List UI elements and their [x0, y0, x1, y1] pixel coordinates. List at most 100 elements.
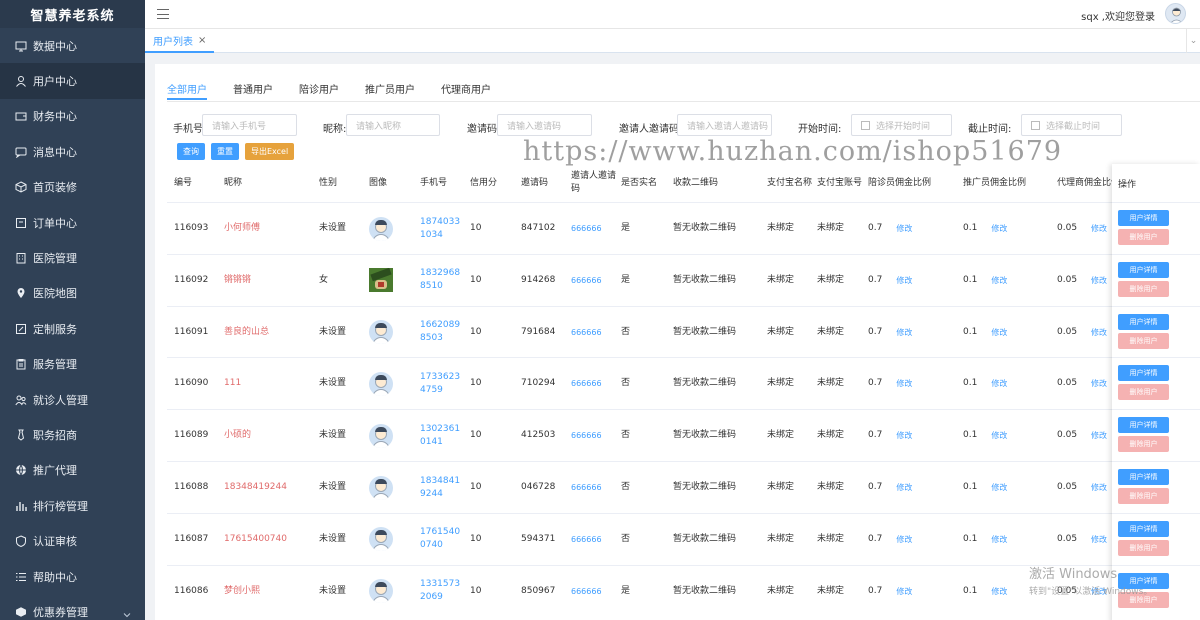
- subtab-agent-users[interactable]: 代理商用户: [441, 81, 491, 100]
- edit-link[interactable]: 修改: [896, 585, 912, 598]
- cell-gender: 未设置: [319, 533, 347, 544]
- user-detail-button[interactable]: 用户详情: [1118, 313, 1169, 330]
- ratio-value: 0.05: [1057, 482, 1078, 492]
- sidebar-item-2[interactable]: 财务中心: [0, 99, 145, 134]
- delete-user-button[interactable]: 删除用户: [1118, 488, 1169, 504]
- cell-inviter-code[interactable]: 666666: [571, 410, 616, 461]
- edit-link[interactable]: 修改: [896, 222, 912, 235]
- cell-inviter-code[interactable]: 666666: [571, 462, 616, 513]
- edit-link[interactable]: 修改: [991, 222, 1007, 235]
- subtab-all-users[interactable]: 全部用户: [167, 81, 207, 100]
- close-icon[interactable]: ×: [198, 35, 206, 46]
- user-detail-button[interactable]: 用户详情: [1118, 210, 1169, 226]
- cell-phone[interactable]: 17336234759: [420, 358, 465, 409]
- sidebar-item-7[interactable]: 医院地图: [0, 276, 145, 311]
- edit-link[interactable]: 修改: [896, 481, 912, 494]
- sidebar-item-14[interactable]: 认证审核: [0, 523, 145, 558]
- start-time-picker[interactable]: 选择开始时间: [851, 114, 952, 136]
- edit-link[interactable]: 修改: [896, 533, 912, 546]
- sidebar-item-4[interactable]: 首页装修: [0, 170, 145, 205]
- sidebar-item-10[interactable]: 就诊人管理: [0, 382, 145, 417]
- edit-link[interactable]: 修改: [896, 429, 912, 442]
- invite-code-input[interactable]: 请输入邀请码: [497, 114, 592, 136]
- sidebar-item-9[interactable]: 服务管理: [0, 347, 145, 382]
- edit-link[interactable]: 修改: [991, 481, 1007, 494]
- edit-link[interactable]: 修改: [896, 274, 912, 287]
- user-detail-button[interactable]: 用户详情: [1118, 469, 1169, 485]
- edit-link[interactable]: 修改: [1091, 533, 1107, 546]
- user-avatar[interactable]: [1165, 3, 1186, 24]
- cell-inviter-code[interactable]: 666666: [571, 203, 616, 254]
- cell-phone[interactable]: 16620898503: [420, 307, 465, 358]
- edit-link[interactable]: 修改: [1091, 222, 1107, 235]
- sidebar-item-0[interactable]: 数据中心: [0, 28, 145, 63]
- query-button[interactable]: 查询: [177, 143, 205, 160]
- cell-inviter-code[interactable]: 666666: [571, 514, 616, 565]
- subtab-escort-users[interactable]: 陪诊用户: [299, 81, 339, 100]
- delete-user-button[interactable]: 删除用户: [1118, 229, 1169, 245]
- user-detail-button[interactable]: 用户详情: [1118, 417, 1169, 434]
- edit-link[interactable]: 修改: [991, 585, 1007, 598]
- delete-user-button[interactable]: 删除用户: [1118, 332, 1169, 349]
- cell-inviter-code[interactable]: 666666: [571, 255, 616, 306]
- phone-placeholder: 请输入手机号: [212, 121, 267, 132]
- cell-promoter-ratio: 0.1 修改: [963, 514, 1053, 565]
- table-header: 编号 昵称 性别 图像 手机号 信用分 邀请码 邀请人邀请码 是否实名 收款二维码 支付宝名称 支付宝…: [167, 164, 1112, 202]
- edit-link[interactable]: 修改: [991, 274, 1007, 287]
- cell-phone[interactable]: 18348419244: [420, 462, 465, 513]
- sidebar-item-11[interactable]: 职务招商: [0, 417, 145, 452]
- subtab-promoter-users[interactable]: 推广员用户: [365, 81, 415, 100]
- user-detail-button[interactable]: 用户详情: [1118, 365, 1169, 382]
- sidebar-item-1[interactable]: 用户中心: [0, 63, 145, 99]
- cell-inviter-code[interactable]: 666666: [571, 566, 616, 617]
- end-time-picker[interactable]: 选择截止时间: [1021, 114, 1122, 136]
- edit-link[interactable]: 修改: [1091, 326, 1107, 339]
- sidebar-item-12[interactable]: 推广代理: [0, 453, 145, 488]
- delete-user-button[interactable]: 删除用户: [1118, 280, 1169, 297]
- reset-button[interactable]: 重置: [211, 143, 239, 160]
- sidebar-item-15[interactable]: 帮助中心: [0, 559, 145, 594]
- tabs-dropdown-icon[interactable]: ⌄: [1186, 29, 1200, 53]
- subtab-normal-users[interactable]: 普通用户: [233, 81, 273, 100]
- edit-link[interactable]: 修改: [1091, 377, 1107, 390]
- cell-phone[interactable]: 13023610141: [420, 410, 465, 461]
- table-row: 116086 梦创小熙 未设置 13315732069 10 850967 666666 是 暂…: [167, 564, 1112, 617]
- menu-toggle-icon[interactable]: [157, 9, 169, 19]
- cell-escort-ratio: 0.7 修改: [868, 307, 958, 358]
- user-detail-button[interactable]: 用户详情: [1118, 520, 1169, 537]
- cell-phone[interactable]: 13315732069: [420, 566, 465, 617]
- tab-user-list[interactable]: 用户列表 ×: [145, 29, 215, 53]
- phone-input[interactable]: 请输入手机号: [202, 114, 297, 136]
- delete-user-button[interactable]: 删除用户: [1118, 384, 1169, 401]
- cell-phone[interactable]: 18740331034: [420, 203, 465, 254]
- cell-agent-ratio: 0.05 修改: [1057, 255, 1112, 306]
- cell-inviter-code[interactable]: 666666: [571, 358, 616, 409]
- edit-link[interactable]: 修改: [896, 326, 912, 339]
- sidebar-item-3[interactable]: 消息中心: [0, 134, 145, 169]
- nickname-input[interactable]: 请输入昵称: [346, 114, 440, 136]
- cell-phone[interactable]: 17615400740: [420, 514, 465, 565]
- edit-link[interactable]: 修改: [1091, 274, 1107, 287]
- sidebar-item-16[interactable]: 优惠券管理: [0, 594, 145, 620]
- edit-link[interactable]: 修改: [991, 326, 1007, 339]
- export-excel-button[interactable]: 导出Excel: [245, 143, 295, 160]
- sidebar-item-13[interactable]: 排行榜管理: [0, 488, 145, 523]
- inviter-code-input[interactable]: 请输入邀请人邀请码: [677, 114, 772, 136]
- sidebar-item-8[interactable]: 定制服务: [0, 311, 145, 346]
- edit-link[interactable]: 修改: [1091, 481, 1107, 494]
- cell-inviter-code[interactable]: 666666: [571, 307, 616, 358]
- sidebar-item-6[interactable]: 医院管理: [0, 240, 145, 275]
- edit-link[interactable]: 修改: [896, 377, 912, 390]
- user-detail-button[interactable]: 用户详情: [1118, 261, 1169, 278]
- user-detail-button[interactable]: 用户详情: [1118, 572, 1169, 589]
- edit-link[interactable]: 修改: [991, 377, 1007, 390]
- cell-phone[interactable]: 18329688510: [420, 255, 465, 306]
- sidebar-item-5[interactable]: 订单中心: [0, 205, 145, 240]
- delete-user-button[interactable]: 删除用户: [1118, 591, 1169, 608]
- edit-link[interactable]: 修改: [991, 533, 1007, 546]
- edit-link[interactable]: 修改: [991, 429, 1007, 442]
- delete-user-button[interactable]: 删除用户: [1118, 436, 1169, 453]
- delete-user-button[interactable]: 删除用户: [1118, 539, 1169, 556]
- edit-link[interactable]: 修改: [1091, 429, 1107, 442]
- edit-link[interactable]: 修改: [1091, 585, 1107, 598]
